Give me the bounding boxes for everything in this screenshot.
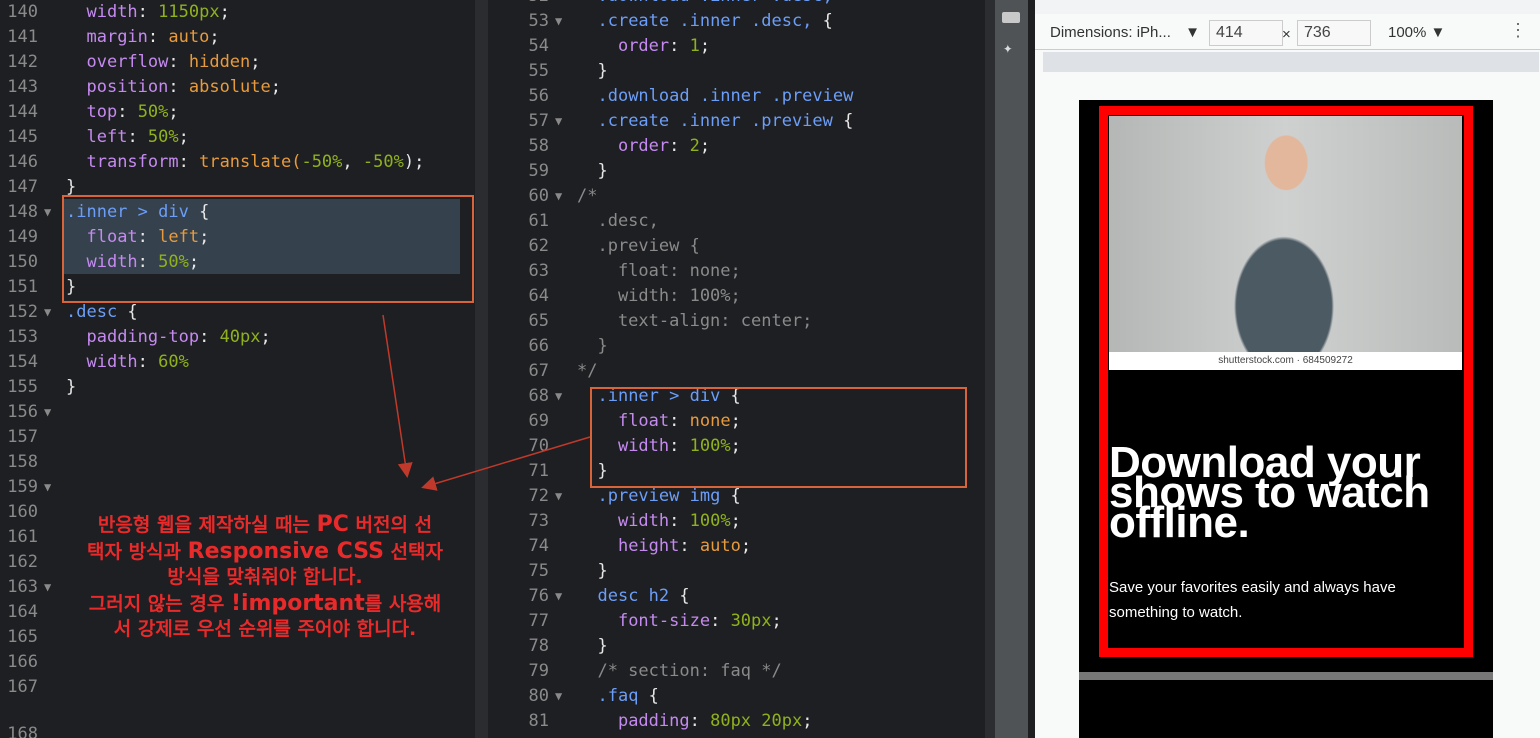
woman-photo <box>1229 124 1339 352</box>
arrow-left <box>382 314 413 478</box>
chevron-down-icon: ▼ <box>1430 24 1446 41</box>
device-dropdown[interactable]: Dimensions: iPh... ▼ <box>1050 24 1200 41</box>
width-input[interactable]: 414 <box>1209 20 1283 46</box>
zoom-dropdown[interactable]: 100% ▼ <box>1388 24 1445 41</box>
more-options-icon[interactable]: ⋮ <box>1509 20 1527 41</box>
devtools-device-preview: Dimensions: iPh... ▼ 414 × 736 100% ▼ ⋮ … <box>1035 0 1540 738</box>
download-heading: Download your shows to watch offline. <box>1109 438 1430 547</box>
bookmarks-bar <box>1035 0 1540 14</box>
image-watermark: shutterstock.com · 684509272 <box>1109 352 1462 370</box>
preview-image <box>1109 116 1462 352</box>
download-section: shutterstock.com · 684509272 Download yo… <box>1099 106 1473 657</box>
download-description: Save your favorites easily and always ha… <box>1109 579 1396 621</box>
chevron-down-icon: ▼ <box>1185 24 1200 41</box>
times-label: × <box>1282 26 1291 43</box>
media-query-ruler <box>1043 52 1539 72</box>
height-input[interactable]: 736 <box>1297 20 1371 46</box>
device-viewport: shutterstock.com · 684509272 Download yo… <box>1079 100 1493 738</box>
section-divider <box>1079 672 1493 680</box>
device-toolbar: Dimensions: iPh... ▼ 414 × 736 100% ▼ ⋮ <box>1035 16 1540 50</box>
arrow-middle <box>421 436 591 491</box>
